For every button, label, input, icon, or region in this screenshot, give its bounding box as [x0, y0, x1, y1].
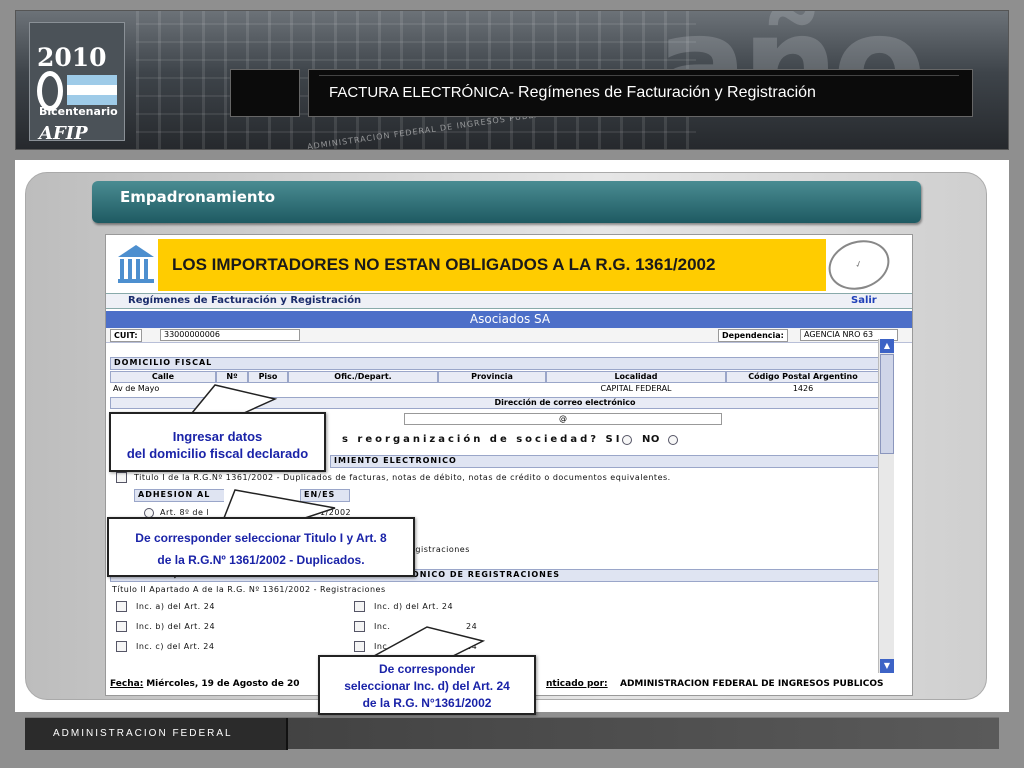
- col-calle: Calle: [110, 371, 216, 383]
- titulo-i-text: Titulo I de la R.G.Nº 1361/2002 - Duplic…: [134, 473, 671, 482]
- cell-provincia: [438, 384, 546, 395]
- scroll-thumb[interactable]: [880, 354, 894, 454]
- reorg-no-radio[interactable]: [668, 435, 678, 445]
- callout-inciso-d-line3: de la R.G. N°1361/2002: [362, 696, 492, 710]
- inciso-e-label: Inc.: [374, 622, 391, 631]
- adhesion-title-end: EN/ES: [300, 489, 350, 502]
- inciso-c-label: Inc. c) del Art. 24: [136, 642, 215, 651]
- adhesion-art8-label: Art. 8º de l: [160, 508, 210, 517]
- cuit-row: CUIT: 33000000006 Dependencia: AGENCIA N…: [106, 328, 912, 343]
- afip-logo: AFIP: [39, 123, 88, 144]
- bottom-label-box: ADMINISTRACION FEDERAL: [25, 718, 288, 750]
- callout-titulo-i: De corresponder seleccionar Titulo I y A…: [107, 517, 415, 577]
- domicilio-header-row: Calle Nº Piso Ofic./Depart. Provincia Lo…: [110, 371, 880, 383]
- cell-calle: Av de Mayo: [113, 384, 160, 393]
- inciso-d-checkbox[interactable]: [354, 601, 365, 612]
- bicentenario-logo: 2010 Bicentenario AFIP: [29, 22, 125, 144]
- callout-inciso-d-line1: De corresponder: [378, 662, 476, 676]
- scroll-up-icon[interactable]: ▲: [880, 339, 894, 353]
- col-codigo-postal: Código Postal Argentino: [726, 371, 880, 383]
- adhesion-title: ADHESION AL: [134, 489, 224, 502]
- alert-banner: LOS IMPORTADORES NO ESTAN OBLIGADOS A LA…: [158, 239, 826, 291]
- phone-label: Teléfono: [110, 397, 250, 409]
- reorg-question: s reorganización de sociedad? SI: [342, 434, 623, 445]
- email-label: Dirección de correo electrónico: [250, 397, 880, 409]
- adhesion-art8-label-end: 1/2002: [320, 508, 352, 517]
- logo-label: Bicentenario: [39, 105, 118, 118]
- section-label: Empadronamiento: [120, 188, 276, 206]
- cuit-value: 33000000006: [160, 329, 300, 341]
- title-bar: FACTURA ELECTRÓNICA- Regímenes de Factur…: [308, 69, 973, 117]
- flag-icon: [67, 75, 117, 105]
- logo-year: 2010: [37, 43, 107, 72]
- bottom-label: ADMINISTRACION FEDERAL: [53, 728, 233, 739]
- afip-building-icon: [118, 245, 154, 283]
- exit-link[interactable]: Salir: [851, 295, 877, 306]
- callout-titulo-i-line1: De corresponder seleccionar Titulo I y A…: [135, 531, 387, 545]
- reorg-no-label: NO: [642, 434, 660, 445]
- col-provincia: Provincia: [438, 371, 546, 383]
- title-sub: Regímenes de Facturación y Registración: [518, 83, 816, 101]
- callout-inciso-d-line2: seleccionar Inc. d) del Art. 24: [344, 679, 510, 693]
- autenticado-label: nticado por:: [546, 679, 608, 689]
- almacenamiento-title: IMIENTO ELECTRONICO: [330, 455, 880, 468]
- inciso-f-label-end: 24: [466, 642, 478, 651]
- company-name: Asociados SA: [469, 312, 551, 326]
- title-main: FACTURA ELECTRÓNICA-: [329, 84, 515, 101]
- inciso-f-label: Inc.: [374, 642, 391, 651]
- callout-titulo-i-line2: de la R.G.Nº 1361/2002 - Duplicados.: [157, 553, 365, 567]
- form-scroll-area: DOMICILIO FISCAL Calle Nº Piso Ofic./Dep…: [110, 345, 894, 685]
- title-inner: FACTURA ELECTRÓNICA- Regímenes de Factur…: [319, 75, 959, 109]
- inciso-a-label: Inc. a) del Art. 24: [136, 602, 215, 611]
- table-row: Av de Mayo CAPITAL FEDERAL 1426: [110, 384, 880, 395]
- cell-codigo-postal: 1426: [792, 384, 814, 393]
- fecha-value: Miércoles, 19 de Agosto de 20: [146, 679, 300, 689]
- cell-oficina: [288, 384, 438, 395]
- dependencia-label: Dependencia:: [718, 329, 788, 342]
- scroll-down-icon[interactable]: ▼: [880, 659, 894, 673]
- phone-email-header: Teléfono Dirección de correo electrónico: [110, 397, 880, 409]
- col-oficina: Ofic./Depart.: [288, 371, 438, 383]
- callout-domicilio-line2: del domicilio fiscal declarado: [126, 446, 309, 461]
- stamp-icon: ✓: [822, 235, 896, 298]
- inciso-b-label: Inc. b) del Art. 24: [136, 622, 216, 631]
- alert-text: LOS IMPORTADORES NO ESTAN OBLIGADOS A LA…: [172, 255, 716, 274]
- section-header: Empadronamiento: [92, 181, 921, 223]
- reorg-yes-radio[interactable]: [622, 435, 632, 445]
- callout-domicilio-line1: Ingresar datos: [172, 429, 263, 444]
- fecha-label: Fecha:: [110, 679, 144, 689]
- inciso-c-checkbox[interactable]: [116, 641, 127, 652]
- menu-title: Regímenes de Facturación y Registración: [128, 295, 362, 306]
- domicilio-title: DOMICILIO FISCAL: [110, 357, 880, 370]
- inciso-a-checkbox[interactable]: [116, 601, 127, 612]
- header-banner: año ADMINISTRACION FEDERAL DE INGRESOS P…: [15, 10, 1009, 150]
- email-input[interactable]: @: [404, 413, 722, 425]
- cell-piso: [248, 384, 288, 395]
- header-black-box: [230, 69, 300, 117]
- cell-numero: [216, 384, 248, 395]
- bottom-bar: ADMINISTRACION FEDERAL: [25, 717, 999, 750]
- col-piso: Piso: [248, 371, 288, 383]
- inciso-e-checkbox[interactable]: [354, 621, 365, 632]
- menu-bar: Regímenes de Facturación y Registración …: [106, 293, 912, 309]
- col-numero: Nº: [216, 371, 248, 383]
- titulo-i-checkbox[interactable]: [116, 472, 127, 483]
- adhesion-opt2-end: egistraciones: [410, 545, 470, 554]
- callout-domicilio: Ingresar datos del domicilio fiscal decl…: [109, 412, 326, 472]
- col-localidad: Localidad: [546, 371, 726, 383]
- inciso-f-checkbox[interactable]: [354, 641, 365, 652]
- autenticado-value: ADMINISTRACION FEDERAL DE INGRESOS PUBLI…: [620, 679, 884, 689]
- scrollbar[interactable]: ▲ ▼: [878, 339, 894, 673]
- cell-localidad: CAPITAL FEDERAL: [600, 384, 672, 393]
- callout-inciso-d: De corresponder seleccionar Inc. d) del …: [318, 655, 536, 715]
- inciso-e-label-end: 24: [466, 622, 478, 631]
- inciso-d-label: Inc. d) del Art. 24: [374, 602, 454, 611]
- company-bar: Asociados SA: [106, 311, 912, 328]
- inciso-b-checkbox[interactable]: [116, 621, 127, 632]
- cuit-label: CUIT:: [110, 329, 142, 342]
- titulo-ii-text: Título II Apartado A de la R.G. Nº 1361/…: [112, 585, 386, 594]
